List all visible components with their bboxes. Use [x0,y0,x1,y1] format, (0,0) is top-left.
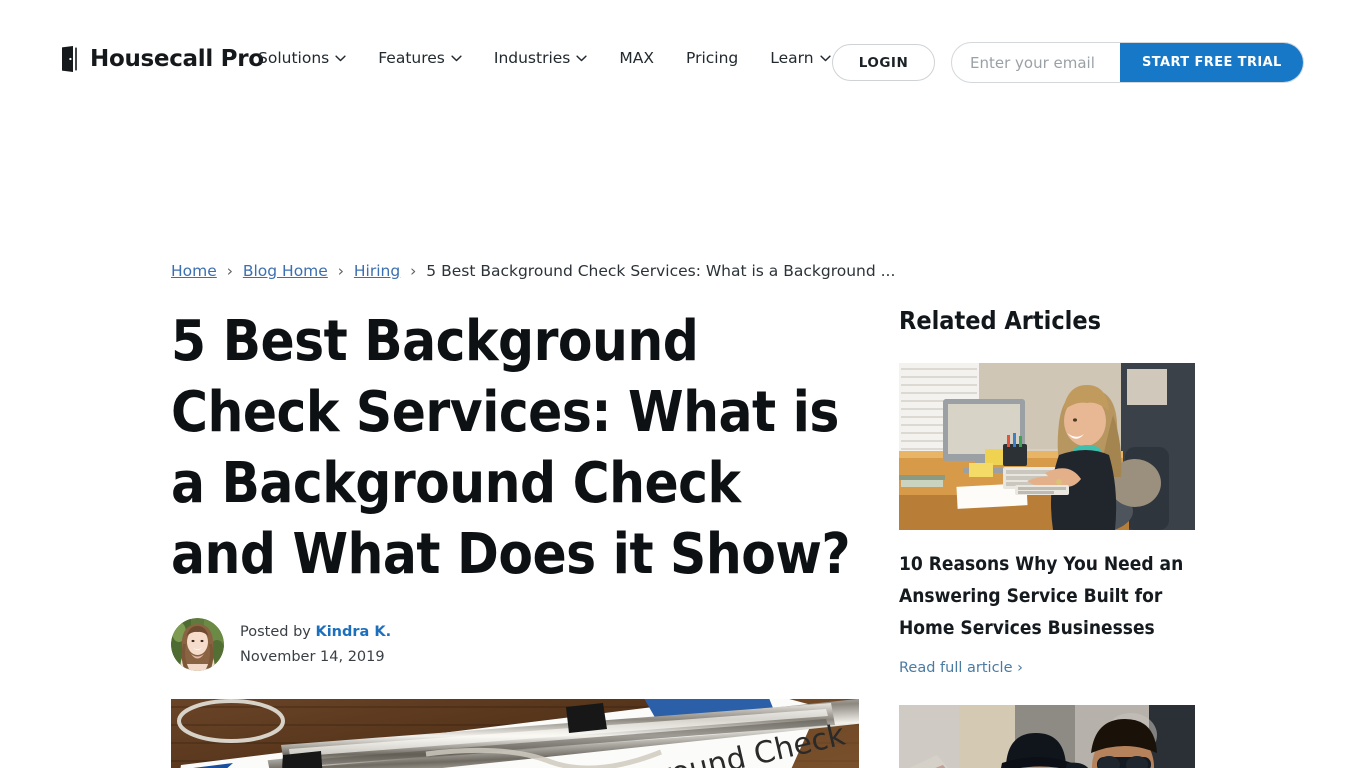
clipboard-background-check-image: Background Check I certify that this app… [171,699,859,768]
nav-item-max[interactable]: MAX [619,49,654,67]
avatar-photo [171,618,224,671]
email-input[interactable] [952,43,1120,82]
chevron-down-icon [576,54,588,61]
nav-item-learn[interactable]: Learn [770,49,831,67]
breadcrumb: Home › Blog Home › Hiring › 5 Best Backg… [171,262,895,280]
article-hero-image: Background Check I certify that this app… [171,699,859,768]
sidebar-title: Related Articles [899,306,1102,335]
breadcrumb-separator: › [410,262,417,280]
related-article-thumbnail-1[interactable] [899,363,1195,530]
breadcrumb-item-hiring[interactable]: Hiring [354,262,400,280]
byline-author-line: Posted by Kindra K. [240,620,391,645]
nav-item-industries[interactable]: Industries [494,49,588,67]
related-articles-sidebar: Related Articles 10 Reasons Why You Need… [899,306,1195,768]
article-byline: Posted by Kindra K. November 14, 2019 [171,618,861,671]
related-article-card-2 [899,705,1195,768]
logo-text: Housecall Pro [90,45,264,72]
author-link[interactable]: Kindra K. [315,624,391,640]
chevron-down-icon [819,54,831,61]
nav-label: Learn [770,49,814,67]
house-door-logo-icon [62,46,77,72]
nav-item-solutions[interactable]: Solutions [258,49,346,67]
two-technicians-with-phone-image [899,705,1195,768]
publish-date: November 14, 2019 [240,648,385,665]
nav-label: Solutions [258,49,330,67]
read-full-article-link-1[interactable]: Read full article › [899,660,1023,676]
breadcrumb-item-home[interactable]: Home [171,262,217,280]
related-article-card-1: 10 Reasons Why You Need an Answering Ser… [899,363,1195,677]
nav-label: Industries [493,49,571,67]
main-navigation: Solutions Features Industries MAX Pricin… [258,49,831,67]
free-trial-signup-group: START FREE TRIAL [951,42,1304,83]
site-logo[interactable]: Housecall Pro [62,46,264,72]
site-header: Housecall Pro Solutions Features Industr… [0,0,1366,110]
chevron-down-icon [335,54,346,61]
related-article-thumbnail-2[interactable] [899,705,1195,768]
nav-item-pricing[interactable]: Pricing [686,49,738,67]
page-title: 5 Best Background Check Services: What i… [171,309,851,587]
related-article-title-1[interactable]: 10 Reasons Why You Need an Answering Ser… [899,548,1195,644]
nav-label: Features [378,49,445,67]
byline-text-block: Posted by Kindra K. November 14, 2019 [240,620,391,670]
chevron-down-icon [451,54,462,61]
breadcrumb-separator: › [226,262,233,280]
posted-by-label: Posted by [240,623,311,640]
avatar [171,618,224,671]
nav-label: Pricing [686,49,739,67]
start-free-trial-button[interactable]: START FREE TRIAL [1120,43,1303,82]
breadcrumb-separator: › [337,262,344,280]
woman-at-desk-computer-image [899,363,1195,530]
login-button[interactable]: LOGIN [832,44,935,81]
nav-item-features[interactable]: Features [378,49,462,67]
article-main: 5 Best Background Check Services: What i… [171,306,861,768]
breadcrumb-current-page: 5 Best Background Check Services: What i… [426,262,896,280]
nav-label: MAX [619,49,654,67]
breadcrumb-item-blog-home[interactable]: Blog Home [243,262,328,280]
